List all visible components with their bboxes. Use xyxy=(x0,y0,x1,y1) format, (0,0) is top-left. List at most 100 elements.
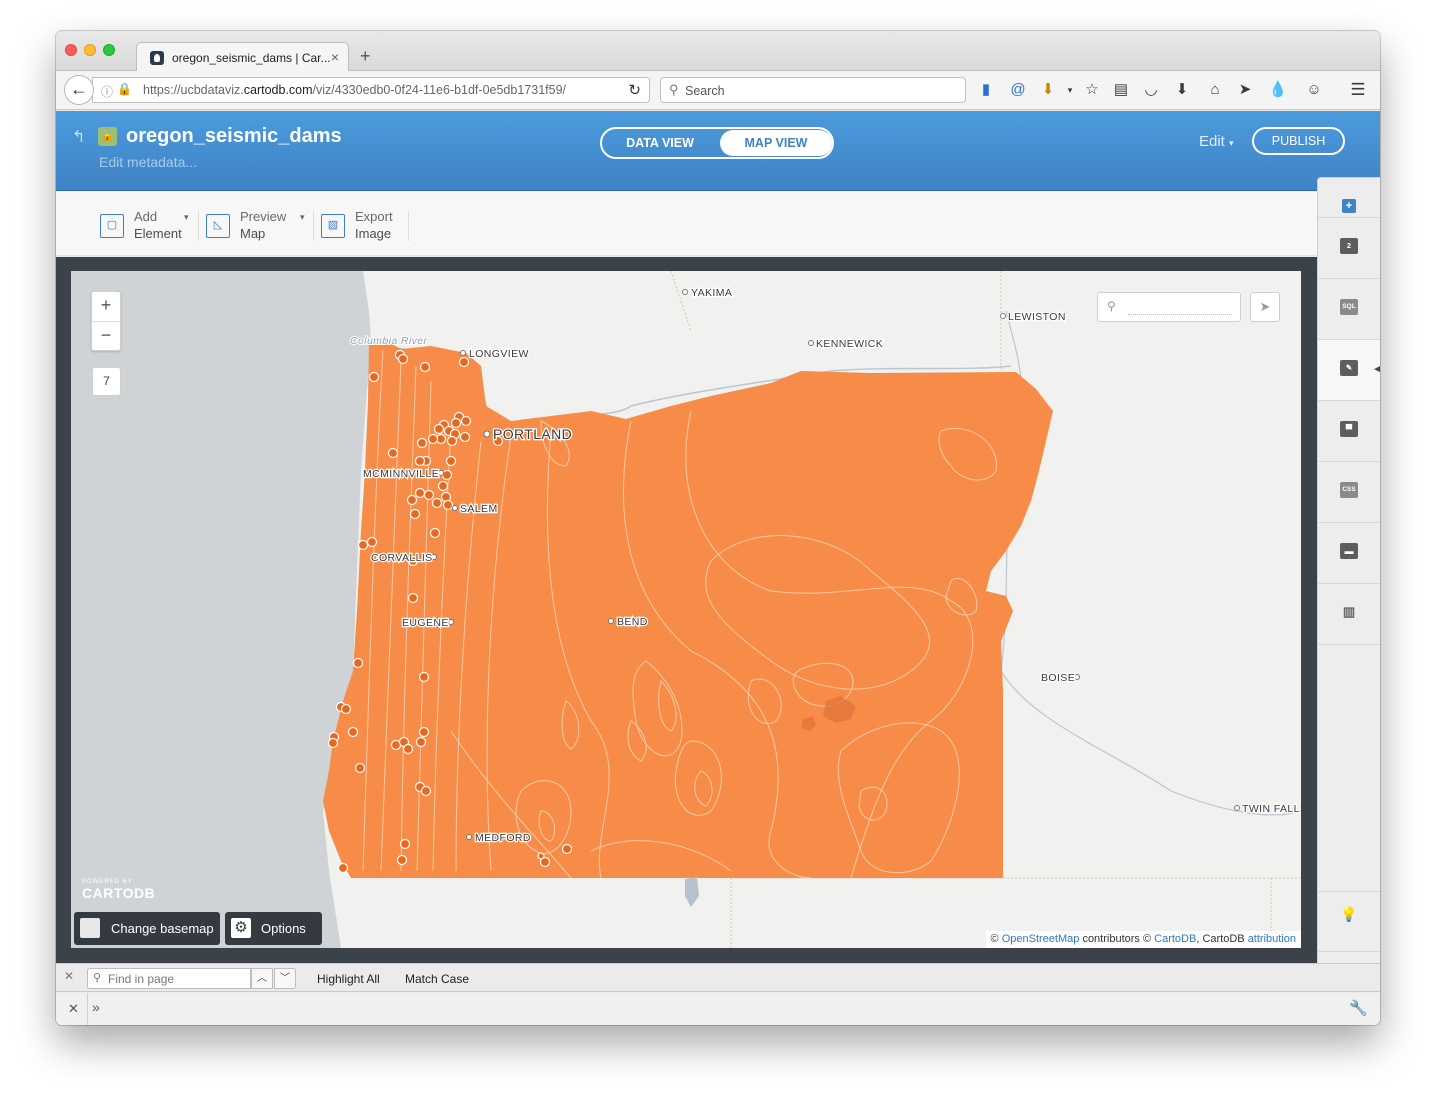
export-image-button[interactable]: ▨ Export Image xyxy=(321,209,401,241)
find-in-page-input[interactable]: ⚲ Find in page xyxy=(87,968,251,989)
extension-spiral-icon[interactable]: @ xyxy=(1008,80,1028,100)
infowindow-icon: ▀ xyxy=(1340,421,1358,437)
cartodb-link[interactable]: CartoDB xyxy=(1154,933,1196,945)
edit-metadata-link[interactable]: Edit metadata... xyxy=(99,154,197,170)
preview-map-label-2: Map xyxy=(240,226,266,241)
find-bar-close-icon[interactable]: ✕ xyxy=(64,969,74,983)
oregon-region xyxy=(323,339,1053,878)
minimize-window-button[interactable] xyxy=(84,44,96,56)
send-icon[interactable]: ➤ xyxy=(1235,80,1255,100)
search-icon: ⚲ xyxy=(93,972,102,984)
downloads-icon[interactable]: ⬇ xyxy=(1172,80,1192,100)
gear-icon: ⚙ xyxy=(231,918,251,938)
change-basemap-button[interactable]: Change basemap xyxy=(74,912,220,945)
river-label-columbia: Columbia River xyxy=(350,335,427,347)
browser-tab[interactable]: oregon_seismic_dams | Car... × xyxy=(136,42,349,72)
search-bar[interactable]: ⚲ Search xyxy=(660,77,966,103)
edit-menu[interactable]: Edit ▾ xyxy=(1199,133,1234,150)
map-svg[interactable]: YAKIMA LEWISTON KENNEWICK LONGVIEW PORTL… xyxy=(71,271,1301,948)
filters-tab[interactable]: ▥ xyxy=(1318,584,1380,645)
database-extension-icon[interactable]: ▮ xyxy=(976,80,996,100)
preview-map-icon: ◺ xyxy=(206,214,230,238)
lightbulb-icon: 💡 xyxy=(1340,906,1358,922)
attribution-link[interactable]: attribution xyxy=(1248,933,1296,945)
city-label-twin-falls: TWIN FALLS xyxy=(1242,803,1301,815)
highlight-all-option[interactable]: Highlight All xyxy=(317,972,380,986)
close-icon[interactable]: ✕ xyxy=(68,1001,79,1017)
new-tab-button[interactable]: + xyxy=(360,46,371,67)
sql-tab[interactable]: SQL xyxy=(1318,279,1380,340)
map-canvas[interactable]: YAKIMA LEWISTON KENNEWICK LONGVIEW PORTL… xyxy=(71,271,1301,948)
legend-icon: ▬ xyxy=(1340,543,1358,559)
publish-button[interactable]: PUBLISH xyxy=(1252,127,1345,155)
search-underline xyxy=(1128,314,1232,315)
extension-dropdown-icon[interactable]: ▾ xyxy=(1060,80,1080,100)
preview-map-button[interactable]: ◺ Preview Map ▾ xyxy=(206,209,306,241)
reading-list-icon[interactable]: ▤ xyxy=(1111,80,1131,100)
emoji-face-icon[interactable]: ☺ xyxy=(1304,80,1324,100)
url-bar[interactable]: ⓘ 🔒 https://ucbdataviz.cartodb.com/viz/4… xyxy=(92,77,650,103)
find-bar: ✕ ⚲ Find in page ︿ ﹀ Highlight All Match… xyxy=(56,963,1380,992)
tab-close-icon[interactable]: × xyxy=(331,49,339,65)
zoom-control: + − xyxy=(91,291,121,351)
reload-icon[interactable]: ↻ xyxy=(628,81,641,99)
options-button[interactable]: ⚙ Options xyxy=(225,912,322,945)
tab-title: oregon_seismic_dams | Car... xyxy=(172,51,331,65)
water-drop-icon[interactable]: 💧 xyxy=(1268,80,1288,100)
tips-button[interactable]: 💡 xyxy=(1318,891,1380,952)
cartodb-brand-text: CARTODB xyxy=(82,885,156,901)
layer-count-icon: 2 xyxy=(1340,238,1358,254)
css-tab[interactable]: CSS xyxy=(1318,462,1380,523)
insecure-lock-icon[interactable]: 🔒 xyxy=(117,82,132,96)
match-case-option[interactable]: Match Case xyxy=(405,972,469,986)
url-text[interactable]: https://ucbdataviz.cartodb.com/viz/4330e… xyxy=(143,83,566,97)
zoom-out-button[interactable]: − xyxy=(92,321,120,350)
download-helper-icon[interactable]: ⬇ xyxy=(1038,80,1058,100)
add-layer-button[interactable]: + xyxy=(1318,178,1380,218)
zoom-in-button[interactable]: + xyxy=(92,292,120,321)
wizard-tab[interactable]: ◀ ✎ xyxy=(1318,340,1380,401)
map-title[interactable]: oregon_seismic_dams xyxy=(126,125,342,148)
cartodb-logo: POWERED BY CARTODB xyxy=(82,879,155,901)
privacy-lock-icon[interactable]: 🔓 xyxy=(98,127,117,146)
infowindow-tab[interactable]: ▀ xyxy=(1318,401,1380,462)
home-icon[interactable]: ⌂ xyxy=(1205,80,1225,100)
chevron-up-icon: ︿ xyxy=(257,973,267,984)
change-basemap-label: Change basemap xyxy=(111,921,214,936)
legend-tab[interactable]: ▬ xyxy=(1318,523,1380,584)
zoom-level-indicator: 7 xyxy=(92,367,121,396)
back-button[interactable]: ← xyxy=(64,75,94,105)
data-view-tab[interactable]: DATA VIEW xyxy=(602,129,718,157)
find-next-button[interactable]: ﹀ xyxy=(274,968,296,989)
info-icon[interactable]: ⓘ xyxy=(101,83,113,100)
caret-down-icon: ▾ xyxy=(300,212,305,222)
back-arrow-icon: ← xyxy=(70,79,88,99)
city-label-corvallis: CORVALLIS xyxy=(371,552,433,564)
map-search-input[interactable]: ⚲ xyxy=(1097,292,1241,322)
locate-button[interactable]: ➤ xyxy=(1250,292,1280,322)
chevron-right-icon[interactable]: » xyxy=(92,999,100,1015)
back-to-dashboard-icon[interactable]: ↰ xyxy=(72,127,85,147)
search-icon: ⚲ xyxy=(1107,299,1116,313)
openstreetmap-link[interactable]: OpenStreetMap xyxy=(1002,933,1080,945)
city-label-eugene: EUGENE xyxy=(402,617,449,629)
city-label-salem: SALEM xyxy=(460,503,498,515)
city-label-yakima: YAKIMA xyxy=(691,287,732,299)
contributors-text: contributors © xyxy=(1082,933,1152,945)
zoom-window-button[interactable] xyxy=(103,44,115,56)
hamburger-menu-icon[interactable]: ☰ xyxy=(1348,80,1368,100)
city-label-longview: LONGVIEW xyxy=(469,348,529,360)
active-tab-marker-icon: ◀ xyxy=(1374,363,1380,375)
map-view-tab[interactable]: MAP VIEW xyxy=(720,130,832,156)
bookmark-star-icon[interactable]: ☆ xyxy=(1082,80,1102,100)
add-element-button[interactable]: ▢ Add Element ▾ xyxy=(100,209,192,241)
layer-two-tab[interactable]: 2 xyxy=(1318,218,1380,279)
view-toggle: DATA VIEW MAP VIEW xyxy=(600,127,834,159)
wrench-icon[interactable]: 🔧 xyxy=(1349,999,1368,1017)
find-previous-button[interactable]: ︿ xyxy=(251,968,273,989)
city-label-mcminnville: MCMINNVILLE xyxy=(363,468,439,480)
city-label-boise: BOISE xyxy=(1041,672,1075,684)
close-window-button[interactable] xyxy=(65,44,77,56)
right-side-panel: + 2 SQL ◀ ✎ ▀ CSS ▬ ▥ 💡 1 xyxy=(1317,177,1380,1012)
pocket-icon[interactable]: ◡ xyxy=(1141,80,1161,100)
